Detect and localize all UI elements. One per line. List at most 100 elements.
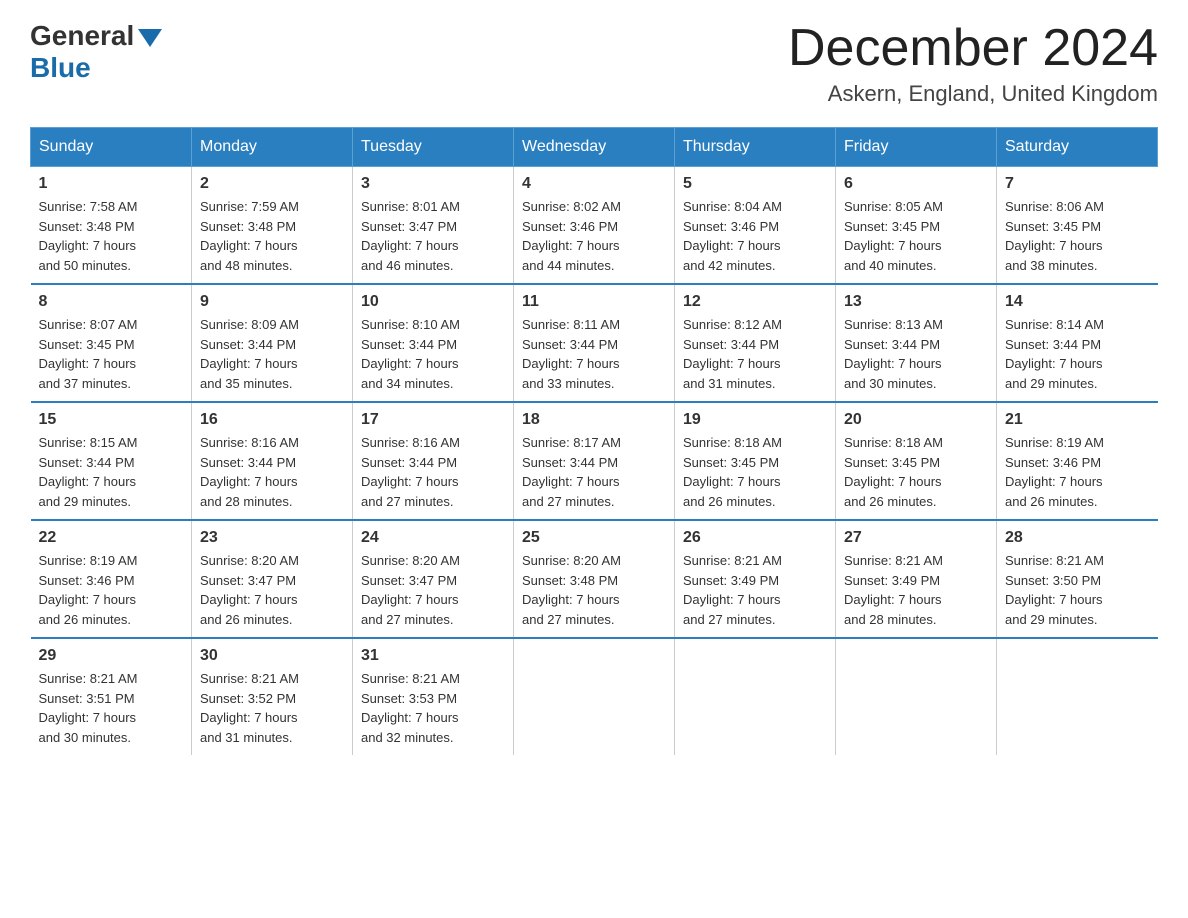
- day-number: 5: [683, 175, 827, 193]
- calendar-week-row: 29 Sunrise: 8:21 AMSunset: 3:51 PMDaylig…: [31, 638, 1158, 755]
- day-number: 11: [522, 293, 666, 311]
- weekday-header-wednesday: Wednesday: [514, 128, 675, 167]
- calendar-cell: 16 Sunrise: 8:16 AMSunset: 3:44 PMDaylig…: [192, 402, 353, 520]
- day-number: 26: [683, 529, 827, 547]
- day-number: 25: [522, 529, 666, 547]
- calendar-cell: 31 Sunrise: 8:21 AMSunset: 3:53 PMDaylig…: [353, 638, 514, 755]
- calendar-cell: 29 Sunrise: 8:21 AMSunset: 3:51 PMDaylig…: [31, 638, 192, 755]
- day-info: Sunrise: 8:09 AMSunset: 3:44 PMDaylight:…: [200, 317, 299, 391]
- day-info: Sunrise: 7:58 AMSunset: 3:48 PMDaylight:…: [39, 199, 138, 273]
- day-number: 28: [1005, 529, 1150, 547]
- day-number: 17: [361, 411, 505, 429]
- calendar-cell: 15 Sunrise: 8:15 AMSunset: 3:44 PMDaylig…: [31, 402, 192, 520]
- day-info: Sunrise: 8:16 AMSunset: 3:44 PMDaylight:…: [200, 435, 299, 509]
- day-info: Sunrise: 8:14 AMSunset: 3:44 PMDaylight:…: [1005, 317, 1104, 391]
- day-number: 22: [39, 529, 184, 547]
- weekday-header-monday: Monday: [192, 128, 353, 167]
- day-number: 20: [844, 411, 988, 429]
- logo-general-text: General: [30, 20, 134, 52]
- calendar-cell: 14 Sunrise: 8:14 AMSunset: 3:44 PMDaylig…: [997, 284, 1158, 402]
- day-info: Sunrise: 8:18 AMSunset: 3:45 PMDaylight:…: [844, 435, 943, 509]
- day-info: Sunrise: 8:02 AMSunset: 3:46 PMDaylight:…: [522, 199, 621, 273]
- day-info: Sunrise: 8:05 AMSunset: 3:45 PMDaylight:…: [844, 199, 943, 273]
- calendar-table: SundayMondayTuesdayWednesdayThursdayFrid…: [30, 127, 1158, 755]
- calendar-cell: 26 Sunrise: 8:21 AMSunset: 3:49 PMDaylig…: [675, 520, 836, 638]
- day-info: Sunrise: 8:21 AMSunset: 3:53 PMDaylight:…: [361, 671, 460, 745]
- day-info: Sunrise: 8:15 AMSunset: 3:44 PMDaylight:…: [39, 435, 138, 509]
- day-info: Sunrise: 8:21 AMSunset: 3:49 PMDaylight:…: [844, 553, 943, 627]
- day-info: Sunrise: 8:11 AMSunset: 3:44 PMDaylight:…: [522, 317, 620, 391]
- calendar-cell: 5 Sunrise: 8:04 AMSunset: 3:46 PMDayligh…: [675, 167, 836, 285]
- day-number: 9: [200, 293, 344, 311]
- day-info: Sunrise: 8:21 AMSunset: 3:49 PMDaylight:…: [683, 553, 782, 627]
- day-info: Sunrise: 8:21 AMSunset: 3:50 PMDaylight:…: [1005, 553, 1104, 627]
- day-info: Sunrise: 8:06 AMSunset: 3:45 PMDaylight:…: [1005, 199, 1104, 273]
- day-info: Sunrise: 8:13 AMSunset: 3:44 PMDaylight:…: [844, 317, 943, 391]
- calendar-cell: 19 Sunrise: 8:18 AMSunset: 3:45 PMDaylig…: [675, 402, 836, 520]
- calendar-cell: 21 Sunrise: 8:19 AMSunset: 3:46 PMDaylig…: [997, 402, 1158, 520]
- calendar-cell: 13 Sunrise: 8:13 AMSunset: 3:44 PMDaylig…: [836, 284, 997, 402]
- day-number: 14: [1005, 293, 1150, 311]
- calendar-cell: 17 Sunrise: 8:16 AMSunset: 3:44 PMDaylig…: [353, 402, 514, 520]
- calendar-week-row: 22 Sunrise: 8:19 AMSunset: 3:46 PMDaylig…: [31, 520, 1158, 638]
- calendar-cell: 7 Sunrise: 8:06 AMSunset: 3:45 PMDayligh…: [997, 167, 1158, 285]
- weekday-header-row: SundayMondayTuesdayWednesdayThursdayFrid…: [31, 128, 1158, 167]
- day-info: Sunrise: 8:01 AMSunset: 3:47 PMDaylight:…: [361, 199, 460, 273]
- day-number: 8: [39, 293, 184, 311]
- calendar-week-row: 15 Sunrise: 8:15 AMSunset: 3:44 PMDaylig…: [31, 402, 1158, 520]
- calendar-subtitle: Askern, England, United Kingdom: [788, 81, 1158, 107]
- day-number: 2: [200, 175, 344, 193]
- day-number: 10: [361, 293, 505, 311]
- logo-blue-text: Blue: [30, 52, 91, 84]
- calendar-cell: [514, 638, 675, 755]
- calendar-cell: 1 Sunrise: 7:58 AMSunset: 3:48 PMDayligh…: [31, 167, 192, 285]
- day-info: Sunrise: 8:17 AMSunset: 3:44 PMDaylight:…: [522, 435, 621, 509]
- calendar-week-row: 8 Sunrise: 8:07 AMSunset: 3:45 PMDayligh…: [31, 284, 1158, 402]
- day-number: 19: [683, 411, 827, 429]
- calendar-cell: 10 Sunrise: 8:10 AMSunset: 3:44 PMDaylig…: [353, 284, 514, 402]
- weekday-header-saturday: Saturday: [997, 128, 1158, 167]
- day-info: Sunrise: 8:12 AMSunset: 3:44 PMDaylight:…: [683, 317, 782, 391]
- weekday-header-thursday: Thursday: [675, 128, 836, 167]
- day-info: Sunrise: 8:21 AMSunset: 3:51 PMDaylight:…: [39, 671, 138, 745]
- calendar-cell: [836, 638, 997, 755]
- calendar-cell: 2 Sunrise: 7:59 AMSunset: 3:48 PMDayligh…: [192, 167, 353, 285]
- day-number: 15: [39, 411, 184, 429]
- weekday-header-friday: Friday: [836, 128, 997, 167]
- day-number: 30: [200, 647, 344, 665]
- calendar-cell: 12 Sunrise: 8:12 AMSunset: 3:44 PMDaylig…: [675, 284, 836, 402]
- logo-text: General: [30, 20, 162, 52]
- day-info: Sunrise: 8:18 AMSunset: 3:45 PMDaylight:…: [683, 435, 782, 509]
- day-info: Sunrise: 8:20 AMSunset: 3:47 PMDaylight:…: [361, 553, 460, 627]
- title-section: December 2024 Askern, England, United Ki…: [788, 20, 1158, 107]
- calendar-cell: [997, 638, 1158, 755]
- day-number: 27: [844, 529, 988, 547]
- weekday-header-tuesday: Tuesday: [353, 128, 514, 167]
- day-info: Sunrise: 8:20 AMSunset: 3:47 PMDaylight:…: [200, 553, 299, 627]
- day-number: 12: [683, 293, 827, 311]
- day-info: Sunrise: 8:07 AMSunset: 3:45 PMDaylight:…: [39, 317, 138, 391]
- page-header: General Blue December 2024 Askern, Engla…: [30, 20, 1158, 107]
- calendar-cell: 9 Sunrise: 8:09 AMSunset: 3:44 PMDayligh…: [192, 284, 353, 402]
- day-info: Sunrise: 8:10 AMSunset: 3:44 PMDaylight:…: [361, 317, 460, 391]
- calendar-cell: 20 Sunrise: 8:18 AMSunset: 3:45 PMDaylig…: [836, 402, 997, 520]
- calendar-cell: 28 Sunrise: 8:21 AMSunset: 3:50 PMDaylig…: [997, 520, 1158, 638]
- calendar-cell: 18 Sunrise: 8:17 AMSunset: 3:44 PMDaylig…: [514, 402, 675, 520]
- logo-arrow-icon: [138, 29, 162, 47]
- calendar-cell: 11 Sunrise: 8:11 AMSunset: 3:44 PMDaylig…: [514, 284, 675, 402]
- day-info: Sunrise: 8:16 AMSunset: 3:44 PMDaylight:…: [361, 435, 460, 509]
- day-number: 7: [1005, 175, 1150, 193]
- calendar-cell: 30 Sunrise: 8:21 AMSunset: 3:52 PMDaylig…: [192, 638, 353, 755]
- logo: General Blue: [30, 20, 162, 84]
- day-number: 23: [200, 529, 344, 547]
- day-number: 3: [361, 175, 505, 193]
- calendar-cell: 23 Sunrise: 8:20 AMSunset: 3:47 PMDaylig…: [192, 520, 353, 638]
- calendar-cell: 4 Sunrise: 8:02 AMSunset: 3:46 PMDayligh…: [514, 167, 675, 285]
- day-number: 16: [200, 411, 344, 429]
- day-info: Sunrise: 8:19 AMSunset: 3:46 PMDaylight:…: [39, 553, 138, 627]
- day-info: Sunrise: 8:21 AMSunset: 3:52 PMDaylight:…: [200, 671, 299, 745]
- day-number: 31: [361, 647, 505, 665]
- day-info: Sunrise: 8:04 AMSunset: 3:46 PMDaylight:…: [683, 199, 782, 273]
- day-number: 21: [1005, 411, 1150, 429]
- day-number: 29: [39, 647, 184, 665]
